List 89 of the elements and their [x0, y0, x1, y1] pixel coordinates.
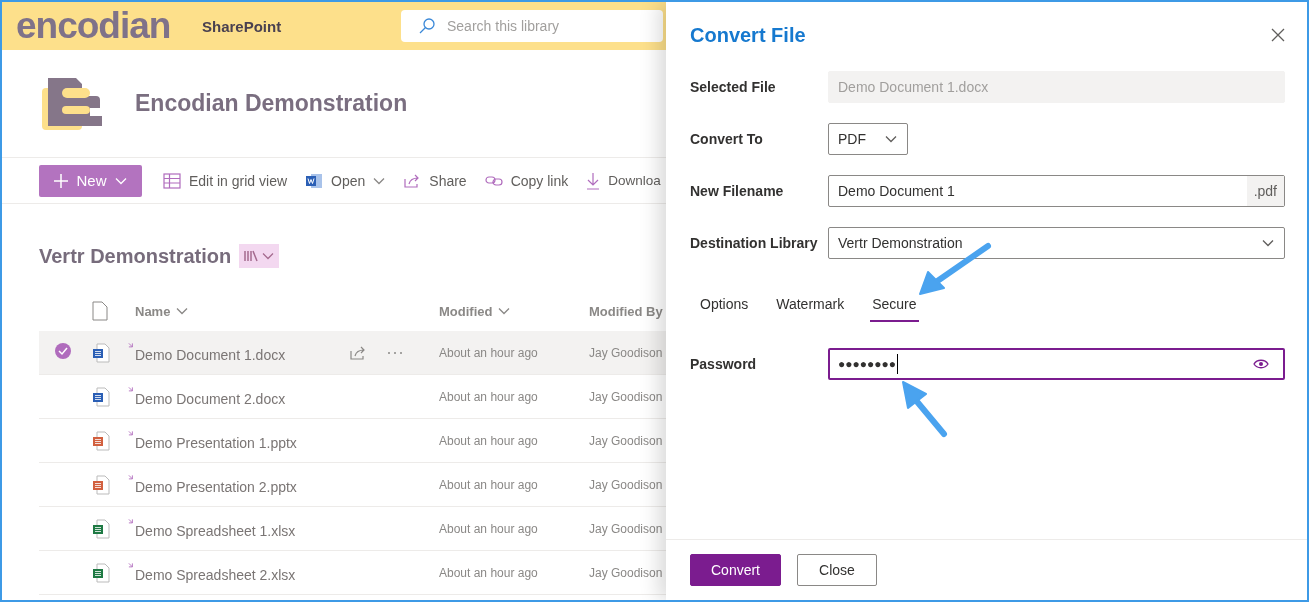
modified-cell-text: About an hour ago [439, 565, 539, 580]
file-name-link[interactable]: Demo Document 2.docx [128, 386, 349, 407]
library-title: Vertr Demonstration [39, 244, 232, 268]
site-title: Encodian Demonstration [135, 90, 408, 117]
excel-file-icon [92, 562, 110, 583]
modified-by-cell-text: Jay Goodison [589, 345, 664, 360]
grid-button[interactable]: Edit in grid view [154, 164, 297, 197]
link-button[interactable]: Copy link [475, 164, 578, 197]
close-button[interactable]: Close [797, 554, 877, 586]
eye-icon[interactable] [1253, 359, 1269, 369]
word-icon [305, 171, 324, 190]
chevron-down-icon [1262, 239, 1274, 247]
field-label: Password [690, 356, 758, 372]
download-icon [586, 171, 601, 190]
new-file-mark-icon [128, 518, 135, 526]
panel-title: Convert File [690, 23, 806, 47]
new-file-mark-icon [128, 474, 135, 482]
grid-icon [163, 172, 181, 189]
share-icon[interactable] [349, 344, 367, 361]
library-dropdown[interactable]: Vertr Demonstration [828, 227, 1285, 259]
close-icon[interactable] [1269, 26, 1287, 44]
excel-file-icon [92, 518, 110, 539]
modified-cell-text: About an hour ago [439, 389, 539, 404]
field-label: New Filename [690, 183, 785, 199]
view-switcher-button[interactable] [239, 244, 280, 268]
file-row[interactable]: Demo Document 1.docx About an hour ago Jay Goodison [39, 331, 666, 375]
modified-by-cell-text: Jay Goodison [589, 521, 664, 536]
modified-by-cell-text: Jay Goodison [589, 389, 664, 404]
search-field[interactable]: Search this library [401, 10, 663, 42]
file-name-link[interactable]: Demo Presentation 2.pptx [128, 474, 349, 495]
file-row[interactable]: Demo Document 2.docx About an hour ago Jay Goodison [39, 375, 666, 419]
chevron-down-icon [262, 252, 275, 260]
open-button[interactable]: Open [296, 164, 395, 197]
library-icon [244, 250, 259, 262]
file-row[interactable]: Demo Presentation 2.pptx About an hour ago Jay Goodison [39, 463, 666, 507]
file-name-link[interactable]: Demo Spreadsheet 1.xlsx [128, 518, 349, 539]
word-file-icon [92, 386, 110, 407]
column-header[interactable]: Name [135, 303, 439, 319]
selected-file-field: Demo Document 1.docx [828, 71, 1285, 103]
new-button[interactable]: New [39, 164, 142, 197]
tab[interactable]: Secure [870, 287, 919, 322]
file-row[interactable]: Demo Spreadsheet 2.xlsx About an hour ago Jay Goodison [39, 551, 666, 595]
tab[interactable]: Options [698, 287, 751, 322]
more-icon[interactable] [387, 350, 403, 355]
search-icon [419, 18, 435, 34]
chevron-down-icon [373, 176, 386, 185]
extension-suffix: .pdf [1246, 176, 1284, 206]
powerpoint-file-icon [92, 430, 110, 451]
column-header[interactable]: Modified By [589, 303, 666, 319]
share-button[interactable]: Share [394, 164, 476, 197]
plus-icon [54, 173, 69, 188]
modified-by-cell-text: Jay Goodison [589, 565, 664, 580]
chevron-down-icon [114, 176, 127, 185]
password-field[interactable]: ●●●●●●●● [828, 348, 1285, 380]
modified-cell-text: About an hour ago [439, 345, 539, 360]
modified-cell-text: About an hour ago [439, 477, 539, 492]
modified-cell-text: About an hour ago [439, 433, 539, 448]
chevron-down-icon [885, 135, 897, 143]
new-file-mark-icon [128, 430, 135, 438]
word-file-icon [92, 342, 110, 363]
callout-arrow [902, 381, 947, 437]
format-dropdown[interactable]: PDF [828, 123, 908, 155]
file-row[interactable]: Demo Presentation 1.pptx About an hour ago Jay Goodison [39, 419, 666, 463]
file-name-link[interactable]: Demo Spreadsheet 2.xlsx [128, 562, 349, 583]
download-button[interactable]: Downloa [577, 164, 661, 197]
new-file-mark-icon [128, 386, 135, 394]
field-label: Selected File [690, 79, 777, 95]
file-row[interactable]: Demo Spreadsheet 1.xlsx About an hour ago Jay Goodison [39, 507, 666, 551]
check-circle-icon [54, 342, 72, 360]
convert-button[interactable]: Convert [690, 554, 781, 586]
modified-by-cell-text: Jay Goodison [589, 477, 664, 492]
new-file-mark-icon [128, 342, 135, 350]
column-header[interactable]: Modified [439, 303, 589, 319]
powerpoint-file-icon [92, 474, 110, 495]
new-file-mark-icon [128, 562, 135, 570]
sort-icon [176, 307, 189, 315]
modified-by-cell-text: Jay Goodison [589, 433, 664, 448]
field-label: Destination Library [690, 235, 819, 251]
modified-cell-text: About an hour ago [439, 521, 539, 536]
sort-icon [498, 307, 511, 315]
field-label: Convert To [690, 131, 764, 147]
file-type-icon [92, 301, 108, 321]
filename-field[interactable]: Demo Document 1 .pdf [828, 175, 1285, 207]
file-name-link[interactable]: Demo Presentation 1.pptx [128, 430, 349, 451]
link-icon [484, 174, 503, 187]
tab[interactable]: Watermark [774, 287, 847, 322]
file-name-link[interactable]: Demo Document 1.docx [128, 342, 349, 363]
brand-logo: encodian [16, 5, 172, 47]
app-name[interactable]: SharePoint [202, 17, 401, 35]
